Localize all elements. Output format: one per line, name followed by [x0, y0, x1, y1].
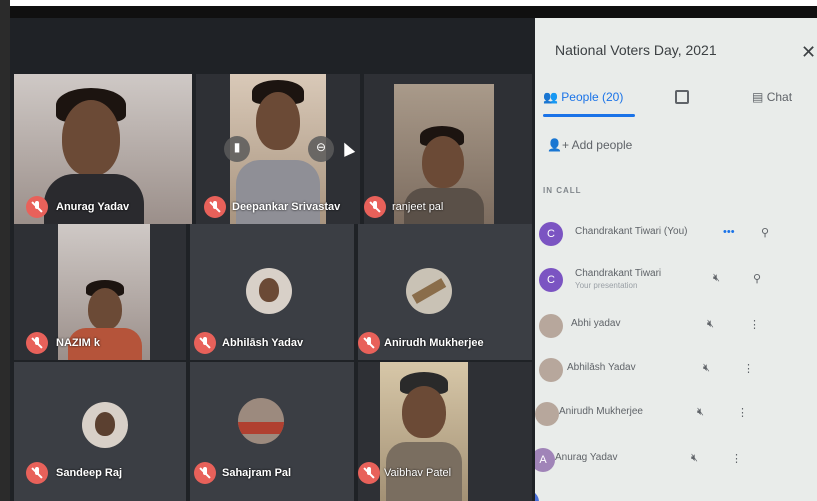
add-people-button[interactable]: 👤+ Add people	[547, 138, 632, 152]
section-label: IN CALL	[543, 186, 582, 195]
pin-icon: ▮	[233, 140, 241, 154]
video-feed	[380, 362, 468, 501]
more-vert-icon[interactable]: ⋮	[743, 362, 754, 375]
avatar	[539, 358, 563, 382]
mic-off-icon	[358, 332, 380, 354]
more-vert-icon[interactable]: ⋮	[731, 452, 742, 465]
pin-icon[interactable]: ⚲	[753, 272, 761, 285]
mic-off-icon: 🔇︎	[713, 272, 720, 284]
participant-row-name: Chandrakant Tiwari (You)	[575, 226, 688, 237]
mic-off-icon	[358, 462, 380, 484]
avatar	[535, 490, 539, 501]
avatar: C	[539, 222, 563, 246]
participant-row-subtitle: Your presentation	[575, 281, 638, 290]
participant-row-name: Abhilāsh Yadav	[567, 362, 636, 373]
participant-name: ranjeet pal	[392, 201, 444, 213]
mic-off-icon	[194, 462, 216, 484]
participant-name: Vaibhav Patel	[384, 467, 452, 479]
participant-tile[interactable]: Sandeep Raj	[14, 362, 186, 501]
photo-frame: Anurag Yadav ▮ ⊖ Deepankar Srivastav ran…	[0, 0, 817, 501]
tab-people-label: People (20)	[561, 90, 624, 104]
participant-avatar	[246, 268, 292, 314]
mic-off-icon	[194, 332, 216, 354]
participant-tile[interactable]: ranjeet pal	[364, 74, 532, 224]
participant-tile[interactable]: Vaibhav Patel	[358, 362, 532, 501]
participant-row-name: Anirudh Mukherjee	[559, 406, 643, 417]
participant-row[interactable]	[535, 484, 817, 501]
mic-off-icon: 🔇︎	[703, 362, 710, 374]
mic-off-icon	[204, 196, 226, 218]
pin-icon[interactable]: ⚲	[761, 226, 769, 239]
avatar: A	[535, 448, 555, 472]
avatar	[535, 402, 559, 426]
participant-row[interactable]: A Anurag Yadav 🔇︎ ⋮	[535, 442, 817, 482]
mic-off-icon	[26, 462, 48, 484]
more-vert-icon[interactable]: ⋮	[737, 406, 748, 419]
meeting-title: National Voters Day, 2021	[555, 42, 717, 58]
participant-name: Sandeep Raj	[56, 467, 123, 479]
participant-row[interactable]: Anirudh Mukherjee 🔇︎ ⋮	[535, 396, 817, 436]
participant-tile[interactable]: ▮ ⊖ Deepankar Srivastav	[196, 74, 360, 224]
participant-row-name: Abhi yadav	[571, 318, 621, 329]
participant-row-name: Chandrakant Tiwari	[575, 268, 662, 279]
participant-row-name: Anurag Yadav	[555, 452, 618, 463]
add-person-icon: 👤+	[547, 138, 569, 152]
participant-tile[interactable]: Anirudh Mukherjee	[358, 224, 532, 360]
tab-people[interactable]: 👥 People (20)	[543, 90, 623, 104]
participant-name: Deepankar Srivastav	[232, 201, 341, 213]
participant-row[interactable]: C Chandrakant Tiwari Your presentation 🔇…	[535, 262, 817, 302]
participant-name: Abhilāsh Yadav	[222, 337, 304, 349]
participant-tile[interactable]: Abhilāsh Yadav	[190, 224, 354, 360]
remove-button[interactable]: ⊖	[308, 136, 334, 162]
participant-name: Anurag Yadav	[56, 201, 130, 213]
tab-chat[interactable]: ▤ Chat	[752, 90, 792, 104]
screen-bezel-left	[0, 0, 10, 501]
participant-grid: Anurag Yadav ▮ ⊖ Deepankar Srivastav ran…	[10, 18, 535, 501]
participant-avatar	[238, 398, 284, 444]
close-icon[interactable]: ✕	[801, 42, 816, 63]
mic-off-icon	[364, 196, 386, 218]
screen-bezel	[8, 6, 817, 18]
mic-off-icon: 🔇︎	[707, 318, 714, 330]
tab-chat-label: Chat	[766, 90, 793, 104]
participant-name: Sahajram Pal	[222, 467, 292, 479]
mic-off-icon	[26, 196, 48, 218]
people-panel: National Voters Day, 2021 ✕ 👥 People (20…	[535, 18, 817, 501]
participant-tile[interactable]: NAZIM k	[14, 224, 186, 360]
participant-row[interactable]: C Chandrakant Tiwari (You) ••• ⚲	[535, 216, 817, 256]
participant-avatar	[406, 268, 452, 314]
people-icon: 👥	[543, 90, 558, 104]
participant-row[interactable]: Abhilāsh Yadav 🔇︎ ⋮	[535, 352, 817, 392]
mic-off-icon	[26, 332, 48, 354]
add-people-label: Add people	[571, 138, 633, 152]
participant-avatar	[82, 402, 128, 448]
tab-activities-icon[interactable]	[675, 90, 689, 104]
avatar	[539, 314, 563, 338]
participant-name: Anirudh Mukherjee	[384, 337, 484, 349]
participant-tile[interactable]: Sahajram Pal	[190, 362, 354, 501]
remove-icon: ⊖	[315, 140, 327, 154]
active-tab-indicator	[543, 114, 635, 117]
avatar: C	[539, 268, 563, 292]
more-vert-icon[interactable]: ⋮	[749, 318, 760, 331]
chat-icon: ▤	[752, 90, 764, 104]
mic-off-icon: 🔇︎	[691, 452, 698, 464]
participant-name: NAZIM k	[56, 337, 100, 349]
participant-row[interactable]: Abhi yadav 🔇︎ ⋮	[535, 308, 817, 348]
pin-button[interactable]: ▮	[224, 136, 250, 162]
more-dots-icon[interactable]: •••	[723, 226, 735, 238]
participant-tile[interactable]: Anurag Yadav	[14, 74, 192, 224]
mic-off-icon: 🔇︎	[697, 406, 704, 418]
